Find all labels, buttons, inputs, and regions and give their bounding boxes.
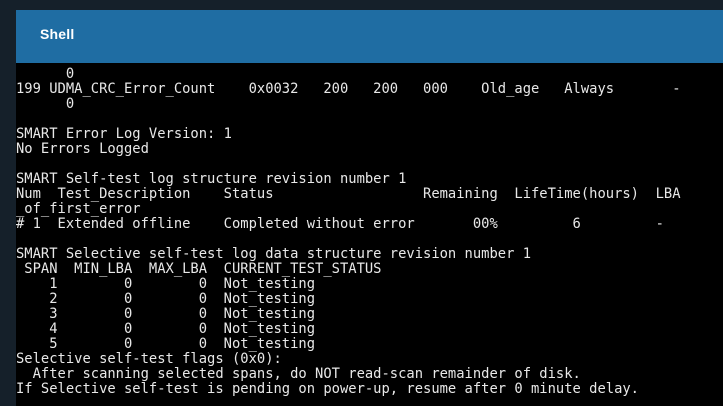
terminal-line: SMART Selective self-test log data struc… <box>16 246 531 262</box>
terminal-line: 4 0 0 Not_testing <box>16 321 316 337</box>
dialog-title: Shell <box>40 26 75 42</box>
terminal-line: # 1 Extended offline Completed without e… <box>16 216 664 232</box>
terminal-line: If Selective self-test is pending on pow… <box>16 381 639 397</box>
terminal-line: 5 0 0 Not_testing <box>16 336 316 352</box>
terminal-line: SMART Self-test log structure revision n… <box>16 171 407 187</box>
terminal-line: No Errors Logged <box>16 141 149 157</box>
terminal-line: 1 0 0 Not_testing <box>16 276 316 292</box>
terminal-line: SMART Error Log Version: 1 <box>16 126 232 142</box>
terminal-line: After scanning selected spans, do NOT re… <box>16 366 581 382</box>
app-background: Shell 0 199 UDMA_CRC_Error_Count 0x0032 2… <box>0 0 723 406</box>
terminal-output[interactable]: 0 199 UDMA_CRC_Error_Count 0x0032 200 200… <box>16 67 723 406</box>
terminal-line: 2 0 0 Not_testing <box>16 291 316 307</box>
shell-dialog: Shell 0 199 UDMA_CRC_Error_Count 0x0032 2… <box>16 10 723 406</box>
terminal-line: 0 <box>16 96 75 112</box>
terminal-line: Selective self-test flags (0x0): <box>16 351 282 367</box>
dialog-title-bar[interactable]: Shell <box>16 10 723 63</box>
terminal-line: 0 <box>16 67 75 82</box>
terminal-line: Num Test_Description Status Remaining Li… <box>16 186 681 202</box>
terminal-line: _of_first_error <box>16 201 141 217</box>
terminal-text: 0 199 UDMA_CRC_Error_Count 0x0032 200 200… <box>16 67 723 397</box>
terminal-line: 3 0 0 Not_testing <box>16 306 316 322</box>
terminal-line: SPAN MIN_LBA MAX_LBA CURRENT_TEST_STATUS <box>16 261 382 277</box>
terminal-line: 199 UDMA_CRC_Error_Count 0x0032 200 200 … <box>16 81 681 97</box>
